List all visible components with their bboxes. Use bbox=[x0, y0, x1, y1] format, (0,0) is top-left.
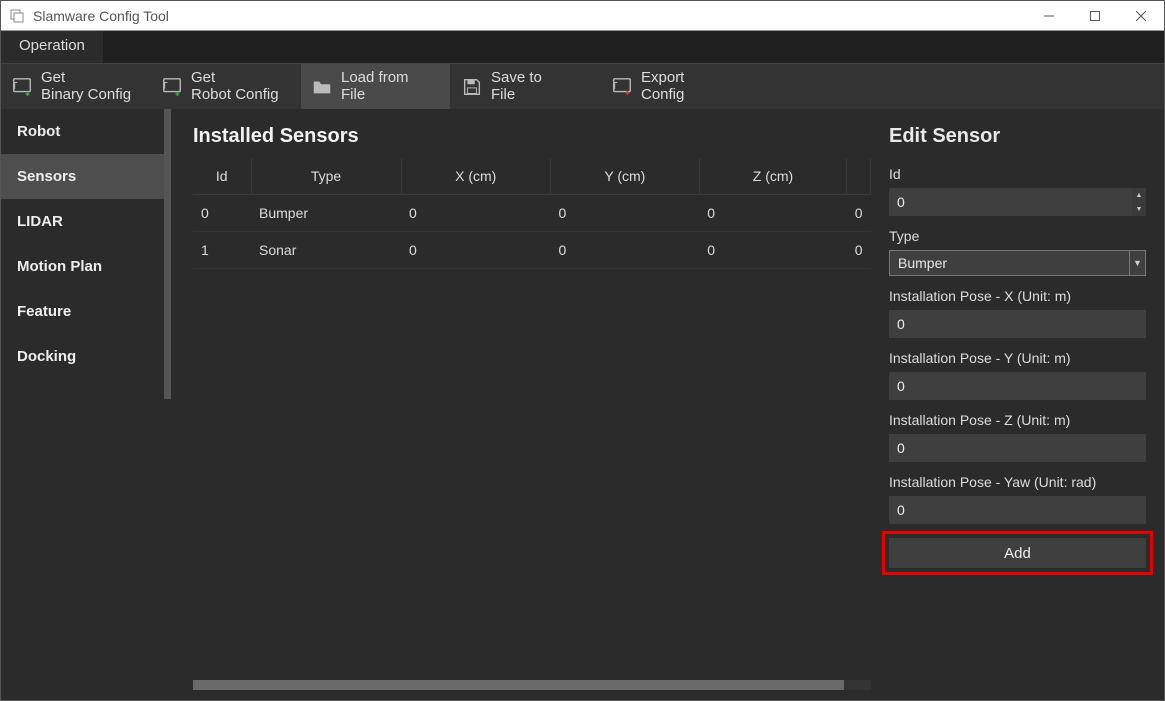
titlebar: Slamware Config Tool bbox=[1, 1, 1164, 31]
label-pose-y: Installation Pose - Y (Unit: m) bbox=[889, 350, 1146, 366]
tool-label: Export bbox=[641, 70, 684, 87]
export-config-button[interactable]: ExportConfig bbox=[601, 64, 751, 109]
spin-down-icon[interactable]: ▼ bbox=[1132, 202, 1146, 216]
tool-label: Get bbox=[191, 70, 279, 87]
download-icon bbox=[161, 76, 183, 98]
maximize-icon bbox=[1090, 11, 1100, 21]
minimize-icon bbox=[1044, 11, 1054, 21]
cell-id: 0 bbox=[193, 195, 251, 232]
close-button[interactable] bbox=[1118, 1, 1164, 30]
tool-label: Get bbox=[41, 70, 131, 87]
cell-type: Sonar bbox=[251, 232, 401, 269]
maximize-button[interactable] bbox=[1072, 1, 1118, 30]
menu-tabstrip: Operation bbox=[1, 31, 1164, 63]
pose-z-input[interactable] bbox=[889, 434, 1146, 462]
app-icon bbox=[9, 8, 25, 24]
close-icon bbox=[1136, 11, 1146, 21]
id-input[interactable] bbox=[889, 188, 1146, 216]
col-overflow bbox=[847, 158, 871, 195]
upload-icon bbox=[611, 76, 633, 98]
type-select-value: Bumper bbox=[898, 255, 947, 271]
content-body: Robot Sensors LIDAR Motion Plan Feature … bbox=[1, 109, 1164, 700]
save-to-file-button[interactable]: Save toFile bbox=[451, 64, 601, 109]
label-pose-x: Installation Pose - X (Unit: m) bbox=[889, 288, 1146, 304]
col-id[interactable]: Id bbox=[193, 158, 251, 195]
table-row[interactable]: 1 Sonar 0 0 0 0 bbox=[193, 232, 871, 269]
col-y[interactable]: Y (cm) bbox=[550, 158, 699, 195]
sidebar-item-motion-plan[interactable]: Motion Plan bbox=[1, 244, 171, 289]
col-z[interactable]: Z (cm) bbox=[699, 158, 846, 195]
toolbar: GetBinary Config GetRobot Config Load fr… bbox=[1, 63, 1164, 109]
sidebar-item-feature[interactable]: Feature bbox=[1, 289, 171, 334]
load-from-file-button[interactable]: Load fromFile bbox=[301, 64, 451, 109]
download-icon bbox=[11, 76, 33, 98]
tool-label: File bbox=[341, 87, 409, 104]
tool-label: Robot Config bbox=[191, 87, 279, 104]
cell-z: 0 bbox=[699, 195, 846, 232]
cell-type: Bumper bbox=[251, 195, 401, 232]
sidebar-item-sensors[interactable]: Sensors bbox=[1, 154, 171, 199]
cell-y: 0 bbox=[550, 195, 699, 232]
chevron-down-icon: ▼ bbox=[1129, 251, 1145, 275]
installed-sensors-title: Installed Sensors bbox=[193, 125, 871, 148]
cell-x: 0 bbox=[401, 232, 550, 269]
folder-icon bbox=[311, 76, 333, 98]
sensors-table: Id Type X (cm) Y (cm) Z (cm) 0 Bumper 0 bbox=[193, 158, 871, 269]
app-window: Slamware Config Tool Operation GetBinary… bbox=[0, 0, 1165, 701]
table-row[interactable]: 0 Bumper 0 0 0 0 bbox=[193, 195, 871, 232]
pose-x-input[interactable] bbox=[889, 310, 1146, 338]
cell-extra: 0 bbox=[847, 232, 871, 269]
label-id: Id bbox=[889, 166, 1146, 182]
tool-label: Binary Config bbox=[41, 87, 131, 104]
horizontal-scrollbar[interactable] bbox=[193, 680, 871, 690]
cell-x: 0 bbox=[401, 195, 550, 232]
cell-z: 0 bbox=[699, 232, 846, 269]
minimize-button[interactable] bbox=[1026, 1, 1072, 30]
scrollbar-thumb[interactable] bbox=[193, 680, 844, 690]
tab-operation[interactable]: Operation bbox=[1, 31, 104, 63]
save-icon bbox=[461, 76, 483, 98]
tool-label: Config bbox=[641, 87, 684, 104]
cell-y: 0 bbox=[550, 232, 699, 269]
label-pose-yaw: Installation Pose - Yaw (Unit: rad) bbox=[889, 474, 1146, 490]
cell-id: 1 bbox=[193, 232, 251, 269]
spin-up-icon[interactable]: ▲ bbox=[1132, 188, 1146, 202]
type-select[interactable]: Bumper ▼ bbox=[889, 250, 1146, 276]
col-type[interactable]: Type bbox=[251, 158, 401, 195]
sidebar: Robot Sensors LIDAR Motion Plan Feature … bbox=[1, 109, 171, 700]
cell-extra: 0 bbox=[847, 195, 871, 232]
get-binary-config-button[interactable]: GetBinary Config bbox=[1, 64, 151, 109]
main-area: Installed Sensors Id Type X (cm) Y (cm) … bbox=[171, 109, 1164, 700]
label-pose-z: Installation Pose - Z (Unit: m) bbox=[889, 412, 1146, 428]
sidebar-item-robot[interactable]: Robot bbox=[1, 109, 171, 154]
col-x[interactable]: X (cm) bbox=[401, 158, 550, 195]
tool-label: Save to bbox=[491, 70, 542, 87]
edit-sensor-panel: Edit Sensor Id ▲ ▼ Type Bumper ▼ Install… bbox=[879, 109, 1164, 700]
tool-label: File bbox=[491, 87, 542, 104]
pose-y-input[interactable] bbox=[889, 372, 1146, 400]
installed-sensors-panel: Installed Sensors Id Type X (cm) Y (cm) … bbox=[171, 109, 879, 700]
get-robot-config-button[interactable]: GetRobot Config bbox=[151, 64, 301, 109]
id-spinner[interactable]: ▲ ▼ bbox=[1132, 188, 1146, 216]
window-title: Slamware Config Tool bbox=[33, 8, 169, 24]
sidebar-item-docking[interactable]: Docking bbox=[1, 334, 171, 379]
sidebar-item-lidar[interactable]: LIDAR bbox=[1, 199, 171, 244]
label-type: Type bbox=[889, 228, 1146, 244]
edit-sensor-title: Edit Sensor bbox=[889, 125, 1146, 148]
pose-yaw-input[interactable] bbox=[889, 496, 1146, 524]
add-button[interactable]: Add bbox=[889, 538, 1146, 568]
tool-label: Load from bbox=[341, 70, 409, 87]
